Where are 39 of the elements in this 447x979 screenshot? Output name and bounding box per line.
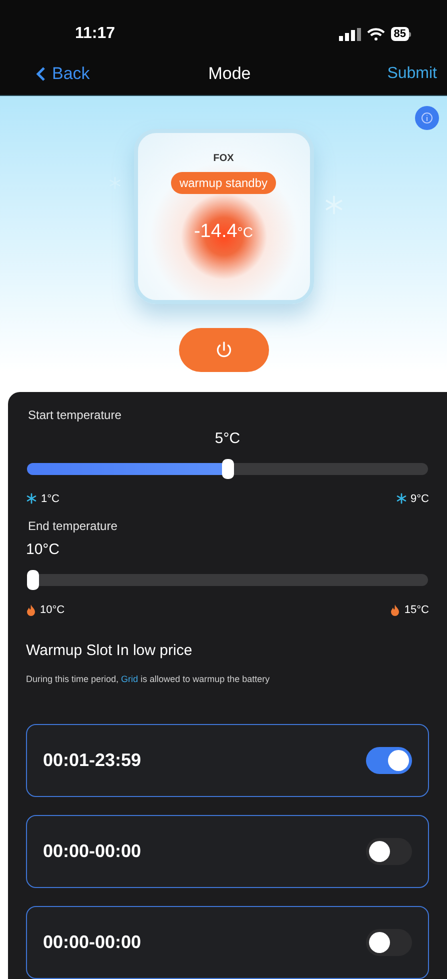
slider-label: Start temperature — [27, 407, 122, 424]
signal-icon — [338, 28, 361, 41]
max-label: 15°C — [404, 602, 429, 618]
status-time: 11:17 — [75, 24, 116, 44]
chevron-left-icon — [36, 66, 46, 82]
slider[interactable] — [27, 570, 428, 590]
battery-temperature: -14.4°C — [194, 220, 254, 244]
submit-button[interactable]: Submit — [387, 62, 437, 86]
battery-level: 85 — [390, 27, 409, 42]
time-range: 00:00-00:00 — [43, 840, 142, 863]
toggle-switch[interactable] — [366, 747, 412, 774]
slider-value: 10°C — [26, 540, 60, 560]
time-range: 00:00-00:00 — [43, 931, 142, 954]
time-range: 00:01-23:59 — [43, 749, 142, 772]
snowflake-icon — [396, 493, 407, 504]
slider-label: End temperature — [27, 518, 118, 535]
flame-icon — [26, 604, 36, 616]
status-badge: warmup standby — [171, 172, 276, 194]
wifi-icon — [366, 28, 385, 41]
snowflake-icon — [323, 194, 345, 216]
page-title: Mode — [208, 63, 252, 86]
slider-thumb[interactable] — [222, 458, 234, 478]
snowflake-icon — [26, 493, 37, 504]
toggle-switch[interactable] — [366, 929, 412, 956]
min-label: 1°C — [41, 492, 60, 506]
back-button[interactable]: Back — [10, 61, 90, 87]
toggle-switch[interactable] — [366, 838, 412, 865]
info-button[interactable] — [415, 106, 439, 130]
section-title: Warmup Slot In low price — [26, 641, 194, 661]
brand-logo: FOX — [213, 152, 234, 166]
power-button[interactable] — [178, 328, 268, 372]
flame-icon — [390, 604, 400, 616]
slider-value: 5°C — [214, 429, 240, 449]
min-label: 10°C — [40, 602, 65, 618]
section-description: During this time period, Grid is allowed to warmup the battery — [26, 672, 271, 686]
info-icon — [421, 112, 433, 124]
max-label: 9°C — [410, 492, 429, 506]
slider[interactable] — [27, 458, 428, 478]
slider-thumb[interactable] — [27, 570, 39, 590]
